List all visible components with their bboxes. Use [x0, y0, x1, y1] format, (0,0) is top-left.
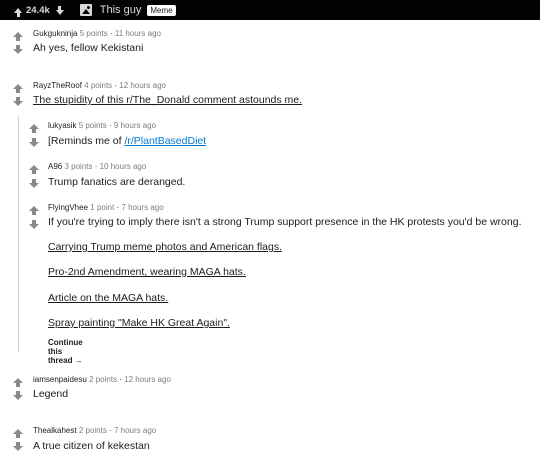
comment-time[interactable]: 7 hours ago	[114, 426, 156, 435]
comment-meta: FlyingVhee 1 point · 7 hours ago	[48, 203, 164, 212]
comment-author[interactable]: lukyasik	[48, 121, 76, 130]
comment-text: [Reminds me of	[48, 135, 125, 147]
subreddit-link[interactable]: /r/PlantBasedDiet	[124, 135, 206, 147]
comment-author[interactable]: FlyingVhee	[48, 203, 88, 212]
comment-points: 5 points	[79, 29, 108, 38]
comment-link: Pro-2nd Amendment, wearing MAGA hats.	[48, 266, 246, 278]
upvote-icon[interactable]	[29, 165, 39, 175]
downvote-icon[interactable]	[13, 391, 23, 401]
comment-body: Legend	[33, 388, 69, 400]
upvote-icon[interactable]	[29, 206, 39, 216]
comment-author[interactable]: A96	[48, 162, 62, 171]
evidence-link[interactable]: Spray painting "Make HK Great Again".	[48, 317, 230, 329]
downvote-icon[interactable]	[13, 97, 23, 107]
post-header-bar: 24.4k This guy Meme	[0, 0, 540, 20]
comment-body: If you're trying to imply there isn't a …	[48, 216, 522, 228]
upvote-icon[interactable]	[14, 7, 22, 17]
comment-author[interactable]: RayzTheRoof	[33, 81, 82, 90]
upvote-icon[interactable]	[13, 429, 23, 439]
downvote-icon[interactable]	[29, 220, 39, 230]
downvote-icon[interactable]	[29, 179, 39, 189]
comment-points: 5 points	[78, 121, 107, 130]
continue-thread-link[interactable]: Continue this thread →	[48, 338, 83, 365]
downvote-icon[interactable]	[55, 5, 64, 15]
comment-time[interactable]: 9 hours ago	[114, 121, 156, 130]
comment-meta: Gukgukninja 5 points · 11 hours ago	[33, 29, 161, 38]
comment-points: 2 points	[78, 426, 107, 435]
comment-link: Article on the MAGA hats.	[48, 292, 168, 304]
evidence-link[interactable]: Pro-2nd Amendment, wearing MAGA hats.	[48, 266, 246, 278]
comment-author[interactable]: iamsenpaidesu	[33, 375, 87, 384]
comment-meta: lukyasik 5 points · 9 hours ago	[48, 121, 157, 130]
thread-line[interactable]	[18, 116, 19, 352]
post-flair[interactable]: Meme	[147, 4, 176, 16]
comment-points: 4 points	[84, 81, 113, 90]
downvote-icon[interactable]	[13, 45, 23, 55]
upvote-icon[interactable]	[13, 32, 23, 42]
comment-points: 1 point	[90, 203, 115, 212]
downvote-icon[interactable]	[29, 138, 39, 148]
comment-body: A true citizen of kekestan	[33, 440, 150, 452]
comment-body: The stupidity of this r/The_Donald comme…	[33, 94, 302, 106]
comment-time[interactable]: 11 hours ago	[115, 29, 161, 38]
comment-time[interactable]: 12 hours ago	[119, 81, 166, 90]
upvote-icon[interactable]	[13, 378, 23, 388]
comment-points: 2 points	[89, 375, 118, 384]
evidence-link[interactable]: Article on the MAGA hats.	[48, 292, 168, 304]
comment-time[interactable]: 7 hours ago	[121, 203, 163, 212]
comment-meta: A96 3 points · 10 hours ago	[48, 162, 147, 171]
comment-time[interactable]: 10 hours ago	[100, 162, 147, 171]
upvote-icon[interactable]	[13, 84, 23, 94]
post-score: 24.4k	[26, 4, 50, 16]
comment-points: 3 points	[64, 162, 93, 171]
comment-body: [Reminds me of /r/PlantBasedDiet	[48, 135, 206, 147]
image-post-icon	[79, 4, 92, 16]
evidence-link[interactable]: Carrying Trump meme photos and American …	[48, 241, 282, 253]
comment-text-link[interactable]: The stupidity of this r/The_Donald comme…	[33, 94, 302, 106]
comment-author[interactable]: Gukgukninja	[33, 29, 77, 38]
upvote-icon[interactable]	[29, 124, 39, 134]
post-title[interactable]: This guy	[100, 4, 142, 16]
comment-body: Ah yes, fellow Kekistani	[33, 42, 144, 54]
comment-link: Spray painting "Make HK Great Again".	[48, 317, 230, 329]
comment-meta: RayzTheRoof 4 points · 12 hours ago	[33, 81, 166, 90]
comment-meta: iamsenpaidesu 2 points · 12 hours ago	[33, 375, 171, 384]
comment-link: Carrying Trump meme photos and American …	[48, 241, 282, 253]
comment-meta: Thealkahest 2 points · 7 hours ago	[33, 426, 157, 435]
comment-author[interactable]: Thealkahest	[33, 426, 77, 435]
comment-time[interactable]: 12 hours ago	[124, 375, 171, 384]
downvote-icon[interactable]	[13, 442, 23, 452]
comment-body: Trump fanatics are deranged.	[48, 176, 186, 188]
